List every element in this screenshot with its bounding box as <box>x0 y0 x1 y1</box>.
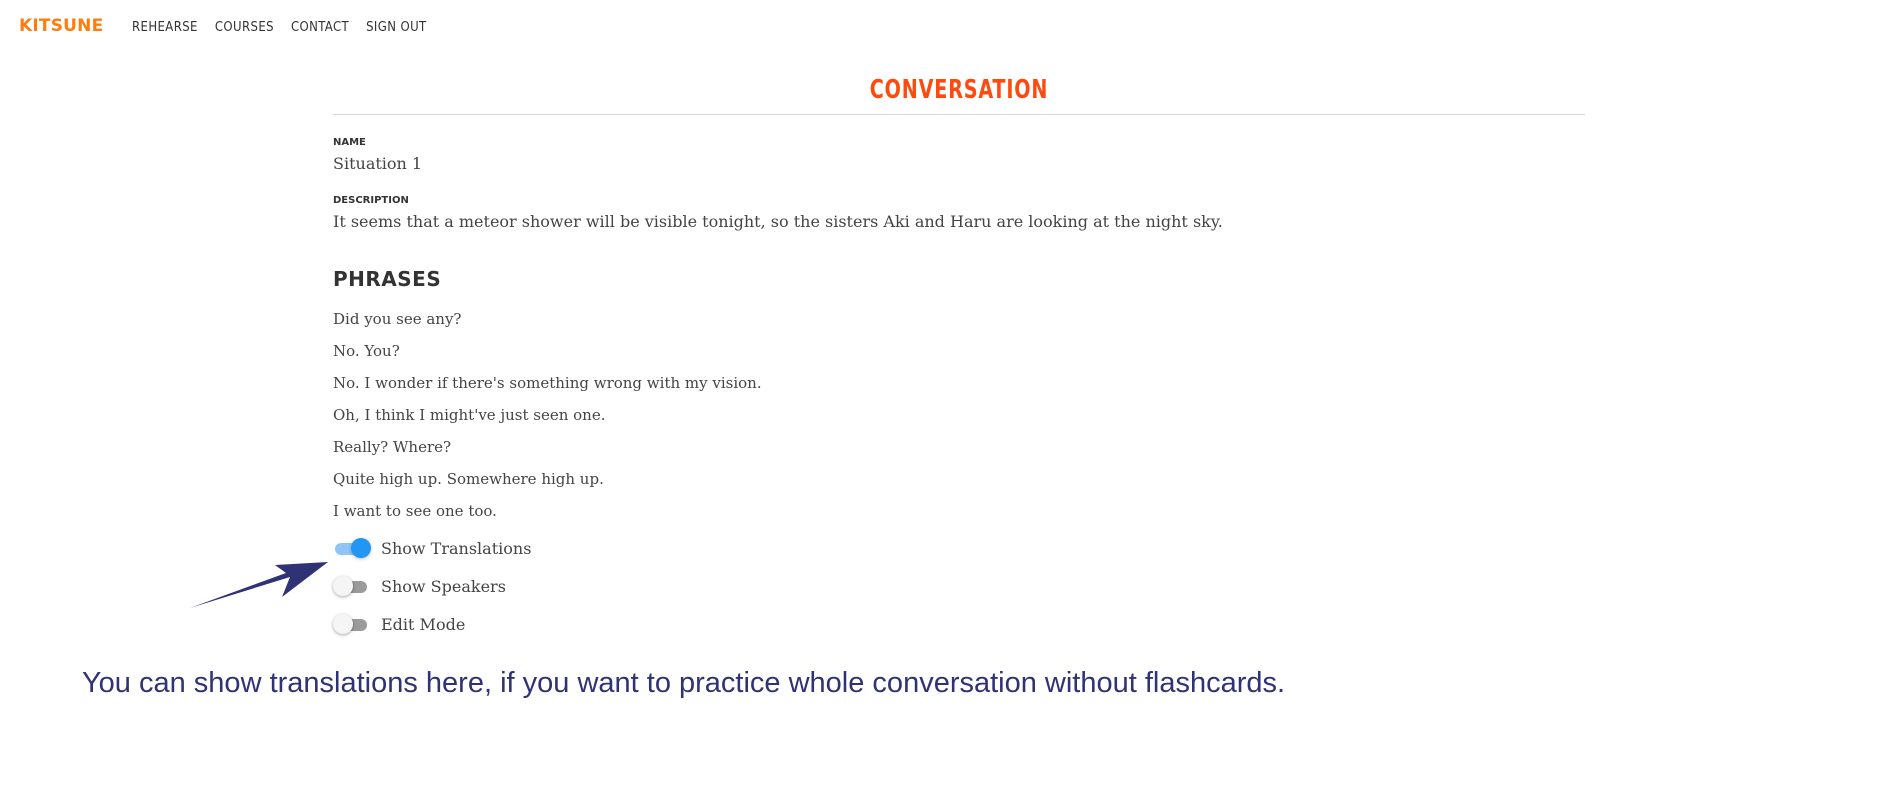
edit-mode-label: Edit Mode <box>381 614 466 634</box>
name-field: NAME Situation 1 <box>333 137 1585 173</box>
show-speakers-toggle-row[interactable]: Show Speakers <box>333 567 1585 605</box>
nav-link-courses[interactable]: COURSES <box>215 20 274 35</box>
description-label: DESCRIPTION <box>333 195 409 206</box>
nav-link-contact[interactable]: CONTACT <box>291 20 349 35</box>
description-value: It seems that a meteor shower will be vi… <box>333 212 1223 231</box>
phrase-item: No. I wonder if there's something wrong … <box>333 374 762 392</box>
toggle-list: Show Translations Show Speakers Edit Mod… <box>333 529 1585 643</box>
page-title: CONVERSATION <box>869 75 1049 105</box>
edit-mode-switch[interactable] <box>333 614 369 634</box>
nav-links: REHEARSE COURSES CONTACT SIGN OUT <box>132 20 427 35</box>
phrase-list: Did you see any? No. You? No. I wonder i… <box>333 303 1585 527</box>
show-translations-label: Show Translations <box>381 538 532 558</box>
phrase-item: No. You? <box>333 342 400 360</box>
brand-logo[interactable]: KITSUNE <box>19 16 103 36</box>
phrase-item: Really? Where? <box>333 438 452 456</box>
page-title-wrap: CONVERSATION <box>333 70 1585 115</box>
phrase-item: Did you see any? <box>333 310 462 328</box>
phrase-item: Quite high up. Somewhere high up. <box>333 470 604 488</box>
switch-thumb <box>333 614 353 634</box>
annotation-arrow-icon <box>190 562 328 608</box>
name-value: Situation 1 <box>333 154 423 173</box>
annotation-text: You can show translations here, if you w… <box>82 667 1286 699</box>
description-field: DESCRIPTION It seems that a meteor showe… <box>333 195 1585 231</box>
top-navbar: KITSUNE REHEARSE COURSES CONTACT SIGN OU… <box>0 0 1901 54</box>
phrase-item: I want to see one too. <box>333 502 497 520</box>
nav-link-sign-out[interactable]: SIGN OUT <box>366 20 427 35</box>
main-content: CONVERSATION NAME Situation 1 DESCRIPTIO… <box>333 70 1585 643</box>
phrase-item: Oh, I think I might've just seen one. <box>333 406 606 424</box>
nav-link-rehearse[interactable]: REHEARSE <box>132 20 198 35</box>
show-translations-toggle-row[interactable]: Show Translations <box>333 529 1585 567</box>
name-label: NAME <box>333 137 366 148</box>
phrases-heading: PHRASES <box>333 267 442 291</box>
switch-thumb <box>351 538 371 558</box>
show-speakers-label: Show Speakers <box>381 576 506 596</box>
edit-mode-toggle-row[interactable]: Edit Mode <box>333 605 1585 643</box>
